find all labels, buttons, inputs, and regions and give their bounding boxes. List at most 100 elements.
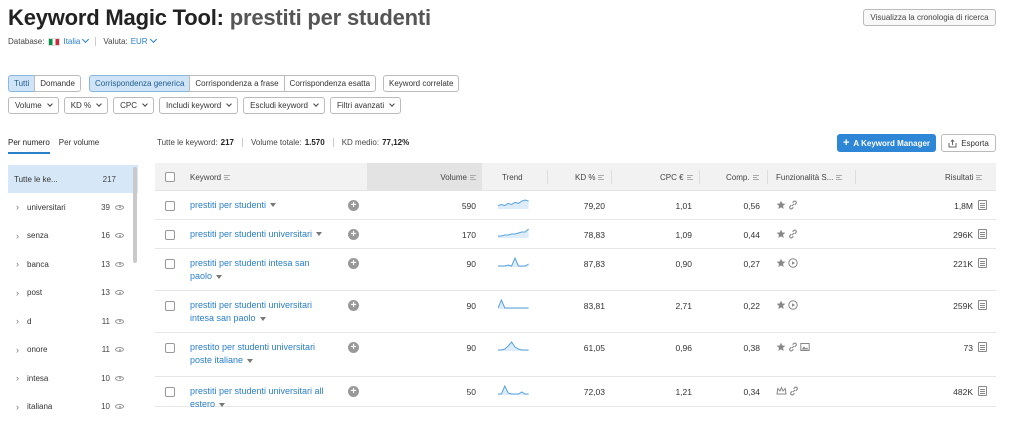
col-keyword[interactable]: Keyword xyxy=(190,163,231,191)
row-checkbox[interactable] xyxy=(165,343,175,353)
eye-icon[interactable] xyxy=(115,318,124,324)
filter-advanced[interactable]: Filtri avanzati xyxy=(329,97,402,114)
keyword-groups-sidebar: Tutte le ke... 217 › universitari 39 › senz… xyxy=(8,165,138,421)
select-all-checkbox[interactable] xyxy=(165,172,175,182)
eye-icon[interactable] xyxy=(115,290,124,296)
competition-value: 0,27 xyxy=(743,259,760,269)
tab-phrase-match[interactable]: Corrispondenza a frase xyxy=(189,75,285,92)
tab-by-volume[interactable]: Per volume xyxy=(59,138,99,154)
filter-label: Filtri avanzati xyxy=(336,101,385,110)
tab-questions[interactable]: Domande xyxy=(34,75,81,92)
filter-include-keywords[interactable]: Includi keyword xyxy=(159,97,239,114)
eye-icon[interactable] xyxy=(115,404,124,410)
currency-dropdown[interactable]: EUR xyxy=(131,35,157,46)
col-volume[interactable]: Volume xyxy=(367,163,482,191)
keyword-line-1: prestito per studenti universitari xyxy=(190,342,316,352)
col-serp-features[interactable]: Funzionalità S... xyxy=(776,163,843,191)
row-checkbox[interactable] xyxy=(165,301,175,311)
serp-snapshot-icon[interactable] xyxy=(978,258,987,268)
caret-down-icon[interactable] xyxy=(270,203,277,208)
chevron-down-icon xyxy=(226,100,233,107)
sidebar-scrollbar[interactable] xyxy=(133,167,137,263)
col-kd[interactable]: KD % xyxy=(575,163,605,191)
caret-down-icon[interactable] xyxy=(247,358,254,363)
currency-label: Valuta: xyxy=(103,37,128,46)
serp-snapshot-icon[interactable] xyxy=(978,300,987,310)
sidebar-item-d[interactable]: › d 11 xyxy=(8,307,138,336)
caret-down-icon[interactable] xyxy=(259,316,266,321)
filter-cpc[interactable]: CPC xyxy=(113,97,155,114)
add-to-list-icon[interactable]: + xyxy=(348,386,359,397)
keyword-link[interactable]: prestiti per studenti universitari intesa… xyxy=(190,299,345,325)
sidebar-item-post[interactable]: › post 13 xyxy=(8,279,138,308)
table-row[interactable]: prestiti per studenti universitari +170 78… xyxy=(155,220,996,249)
keyword-link[interactable]: prestito per studenti universitari poste … xyxy=(190,341,345,367)
divider xyxy=(241,138,243,147)
col-results[interactable]: Risultati xyxy=(945,163,983,191)
sidebar-item-senza[interactable]: › senza 16 xyxy=(8,222,138,251)
caret-down-icon[interactable] xyxy=(316,232,323,237)
tab-all[interactable]: Tutti xyxy=(8,75,36,92)
row-checkbox[interactable] xyxy=(165,387,175,397)
sidebar-item-label: d xyxy=(27,316,32,326)
add-to-list-icon[interactable]: + xyxy=(348,342,359,353)
chevron-down-icon xyxy=(149,35,157,44)
serp-snapshot-icon[interactable] xyxy=(978,199,987,210)
eye-icon[interactable] xyxy=(115,204,124,210)
add-to-list-icon[interactable]: + xyxy=(348,258,359,269)
tab-broad-match[interactable]: Corrispondenza generica xyxy=(89,75,191,92)
eye-icon[interactable] xyxy=(115,233,124,239)
database-currency-row: Database: Italia Valuta: EUR xyxy=(8,35,157,46)
add-to-list-icon[interactable]: + xyxy=(348,228,359,240)
sidebar-item-banca[interactable]: › banca 13 xyxy=(8,250,138,279)
serp-snapshot-icon[interactable] xyxy=(978,386,987,396)
caret-down-icon[interactable] xyxy=(219,402,226,407)
keyword-link[interactable]: prestiti per studenti universitari all es… xyxy=(190,385,345,411)
table-row[interactable]: prestito per studenti universitari poste … xyxy=(155,333,996,377)
caret-right-icon: › xyxy=(16,287,19,298)
kd-value: 61,05 xyxy=(583,343,605,353)
col-cpc[interactable]: CPC € xyxy=(660,163,693,191)
link-icon xyxy=(788,342,798,352)
trend-sparkline xyxy=(498,228,529,238)
tab-by-number[interactable]: Per numero xyxy=(8,138,50,154)
filter-volume[interactable]: Volume xyxy=(8,97,59,114)
row-checkbox[interactable] xyxy=(165,229,175,240)
filter-exclude-keywords[interactable]: Escludi keyword xyxy=(243,97,325,114)
search-history-button[interactable]: Visualizza la cronologia di ricerca xyxy=(863,9,996,26)
col-competition[interactable]: Comp. xyxy=(726,163,759,191)
sidebar-item-onore[interactable]: › onore 11 xyxy=(8,336,138,365)
database-dropdown[interactable]: Italia xyxy=(63,35,90,46)
table-header: Keyword Volume Trend KD % CPC € Comp. Fu… xyxy=(155,163,996,191)
chevron-down-icon xyxy=(46,100,53,107)
keyword-link[interactable]: prestiti per studenti universitari xyxy=(190,228,345,241)
table-row[interactable]: prestiti per studenti +590 79,20 1,01 0,56 1,… xyxy=(155,191,996,220)
sidebar-item-italiana[interactable]: › italiana 10 xyxy=(8,393,138,421)
eye-icon[interactable] xyxy=(115,347,124,353)
serp-snapshot-icon[interactable] xyxy=(978,228,987,239)
add-to-list-icon[interactable]: + xyxy=(348,199,359,211)
sidebar-item-universitari[interactable]: › universitari 39 xyxy=(8,193,138,222)
filter-kd[interactable]: KD % xyxy=(63,97,109,114)
row-checkbox[interactable] xyxy=(165,259,175,269)
keyword-line-1: prestiti per studenti universitari xyxy=(190,300,313,310)
table-row[interactable]: prestiti per studenti intesa san paolo +90… xyxy=(155,249,996,291)
row-checkbox[interactable] xyxy=(165,200,175,211)
divider xyxy=(767,170,768,184)
serp-snapshot-icon[interactable] xyxy=(978,342,987,352)
table-row[interactable]: prestiti per studenti universitari all es… xyxy=(155,377,996,409)
competition-value: 0,34 xyxy=(743,387,760,397)
keyword-link[interactable]: prestiti per studenti intesa san paolo xyxy=(190,257,345,283)
eye-icon[interactable] xyxy=(115,261,124,267)
sidebar-item-all[interactable]: Tutte le ke... 217 xyxy=(8,165,138,193)
tab-exact-match[interactable]: Corrispondenza esatta xyxy=(283,75,377,92)
keyword-link[interactable]: prestiti per studenti xyxy=(190,199,345,212)
add-to-list-icon[interactable]: + xyxy=(348,300,359,311)
export-button[interactable]: Esporta xyxy=(941,134,996,152)
table-row[interactable]: prestiti per studenti universitari intesa… xyxy=(155,291,996,333)
keyword-manager-button[interactable]: + A Keyword Manager xyxy=(837,134,936,152)
eye-icon[interactable] xyxy=(115,375,124,381)
sidebar-item-intesa[interactable]: › intesa 10 xyxy=(8,364,138,393)
caret-down-icon[interactable] xyxy=(216,274,223,279)
tab-related-keywords[interactable]: Keyword correlate xyxy=(383,75,460,92)
